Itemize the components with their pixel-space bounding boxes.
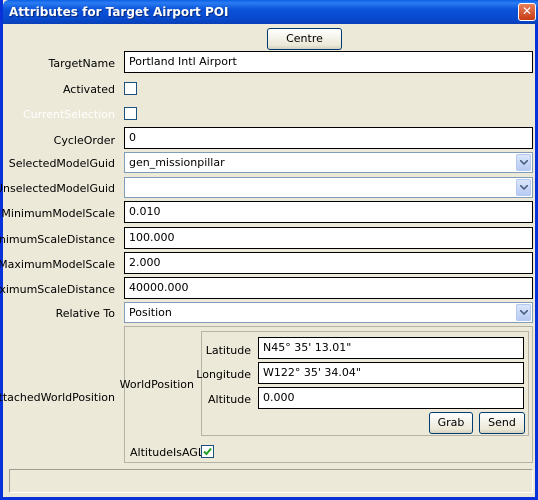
- maximum-model-scale-field[interactable]: 2.000: [124, 252, 533, 274]
- title-bar[interactable]: Attributes for Target Airport POI ✕: [3, 0, 538, 24]
- longitude-field[interactable]: W122° 35' 34.04": [258, 362, 524, 384]
- maximum-scale-distance-field[interactable]: 40000.000: [124, 277, 533, 299]
- world-position-label: WorldPosition: [119, 378, 194, 391]
- attached-world-position-label: AttachedWorldPosition: [0, 391, 115, 404]
- relative-to-value: Position: [129, 306, 172, 319]
- unselected-model-guid-dropdown[interactable]: [124, 177, 533, 198]
- grab-button[interactable]: Grab: [429, 412, 473, 434]
- relative-to-label: Relative To: [55, 307, 115, 320]
- altitude-is-agl-label: AltitudeIsAGL: [130, 446, 204, 459]
- current-selection-checkbox: [124, 107, 137, 120]
- longitude-label: Longitude: [196, 368, 251, 381]
- target-name-label: TargetName: [48, 57, 115, 70]
- current-selection-label: CurrentSelection: [22, 108, 115, 121]
- close-icon: ✕: [521, 4, 533, 18]
- relative-to-dropdown[interactable]: Position: [124, 302, 533, 323]
- window-title: Attributes for Target Airport POI: [9, 5, 229, 19]
- selected-model-guid-label: SelectedModelGuid: [8, 157, 115, 170]
- selected-model-guid-value: gen_missionpillar: [129, 156, 225, 169]
- cycle-order-field[interactable]: 0: [124, 127, 533, 149]
- minimum-model-scale-label: MinimumModelScale: [1, 207, 115, 220]
- minimum-scale-distance-label: MinimumScaleDistance: [0, 233, 115, 246]
- chevron-down-icon[interactable]: [516, 154, 531, 171]
- maximum-scale-distance-label: MaximumScaleDistance: [0, 283, 115, 296]
- close-button[interactable]: ✕: [518, 3, 536, 21]
- chevron-down-icon[interactable]: [516, 179, 531, 196]
- altitude-field[interactable]: 0.000: [258, 387, 524, 409]
- unselected-model-guid-label: UnselectedModelGuid: [0, 182, 115, 195]
- activated-checkbox[interactable]: [124, 82, 137, 95]
- cycle-order-label: CycleOrder: [53, 134, 115, 147]
- attributes-dialog: Attributes for Target Airport POI ✕ Cent…: [0, 0, 538, 500]
- selected-model-guid-dropdown[interactable]: gen_missionpillar: [124, 152, 533, 173]
- target-name-field[interactable]: Portland Intl Airport: [124, 51, 533, 73]
- checkmark-icon: [203, 447, 212, 456]
- latitude-label: Latitude: [205, 344, 251, 357]
- status-bar: [9, 469, 533, 493]
- minimum-model-scale-field[interactable]: 0.010: [124, 201, 533, 223]
- altitude-is-agl-checkbox[interactable]: [201, 445, 214, 458]
- altitude-label: Altitude: [208, 393, 251, 406]
- send-button[interactable]: Send: [479, 412, 525, 434]
- activated-label: Activated: [62, 83, 115, 96]
- minimum-scale-distance-field[interactable]: 100.000: [124, 227, 533, 249]
- chevron-down-icon[interactable]: [516, 304, 531, 321]
- maximum-model-scale-label: MaximumModelScale: [0, 258, 115, 271]
- centre-button[interactable]: Centre: [267, 28, 342, 50]
- latitude-field[interactable]: N45° 35' 13.01": [258, 337, 524, 359]
